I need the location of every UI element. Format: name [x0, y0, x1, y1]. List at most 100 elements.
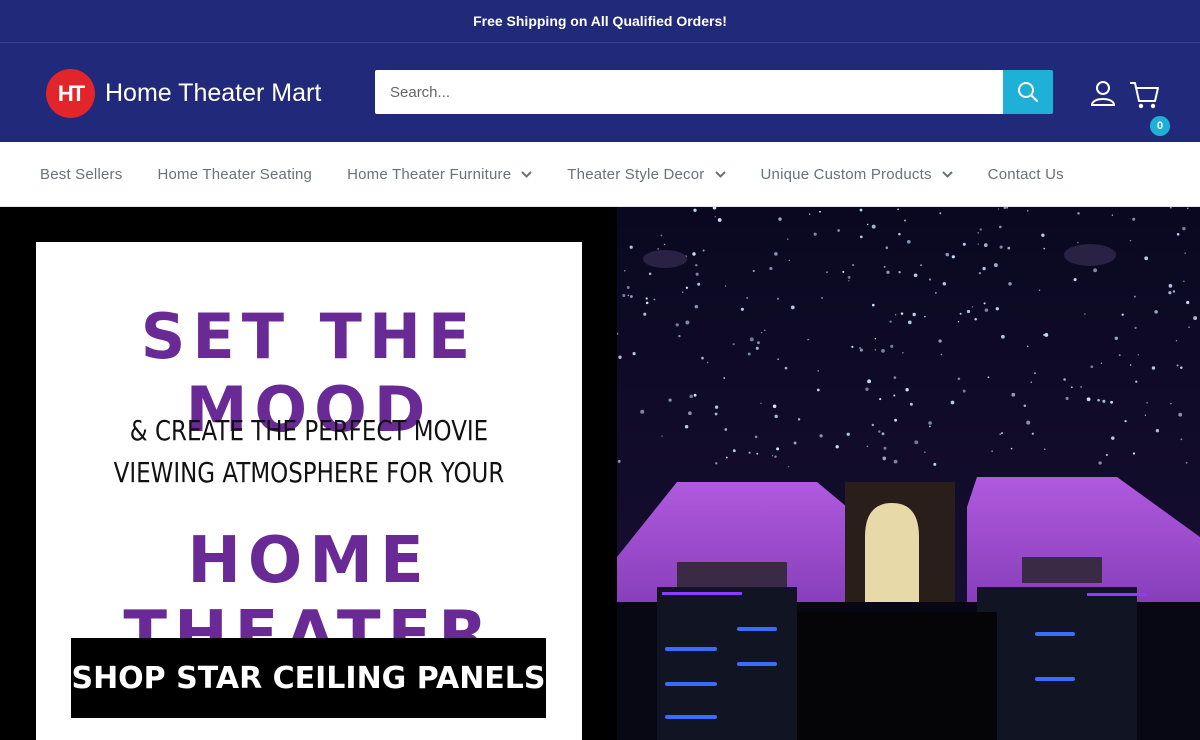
- star: [748, 451, 751, 454]
- star: [776, 297, 780, 300]
- star: [774, 455, 777, 458]
- hero-banner[interactable]: SET THE MOOD & CREATE THE PERFECT MOVIE …: [0, 207, 1200, 740]
- star: [914, 440, 919, 445]
- star: [846, 432, 850, 436]
- star: [724, 285, 727, 287]
- nav-item-contact[interactable]: Contact Us: [988, 166, 1064, 183]
- star: [819, 434, 823, 438]
- star-ceiling-theater-photo: [617, 207, 1200, 740]
- star: [1129, 239, 1132, 242]
- logo-mark: HT: [46, 69, 95, 118]
- star: [971, 306, 974, 308]
- star: [657, 248, 659, 250]
- star: [1026, 210, 1029, 212]
- chevron-down-icon: [941, 170, 953, 178]
- star: [725, 456, 728, 459]
- star: [821, 297, 823, 299]
- promo-panel: SET THE MOOD & CREATE THE PERFECT MOVIE …: [36, 242, 582, 740]
- star: [951, 255, 955, 259]
- cart-count-badge: 0: [1150, 116, 1170, 136]
- star: [1065, 396, 1069, 401]
- star: [1172, 290, 1176, 293]
- star: [1188, 326, 1190, 328]
- star: [867, 379, 872, 384]
- site-logo[interactable]: HT Home Theater Mart: [46, 69, 321, 118]
- star: [924, 451, 926, 453]
- star: [847, 275, 851, 279]
- star: [871, 224, 876, 229]
- star: [1182, 226, 1186, 231]
- nav-item-furniture[interactable]: Home Theater Furniture: [347, 165, 533, 183]
- star: [756, 452, 759, 455]
- star: [933, 462, 937, 466]
- nav-item-label: Home Theater Furniture: [347, 165, 512, 183]
- nav-item-decor[interactable]: Theater Style Decor: [567, 166, 726, 183]
- chevron-down-icon: [521, 170, 533, 178]
- star: [913, 273, 918, 278]
- star: [982, 266, 986, 271]
- nav-item-label: Contact Us: [987, 165, 1064, 183]
- star: [1026, 345, 1029, 348]
- star: [817, 370, 819, 372]
- star: [706, 361, 709, 364]
- star: [1133, 295, 1136, 298]
- star: [995, 307, 999, 311]
- cart-icon[interactable]: [1128, 77, 1162, 111]
- star: [1111, 214, 1114, 216]
- star: [757, 341, 760, 345]
- star: [740, 307, 744, 311]
- star: [977, 243, 979, 245]
- search-bar: [375, 70, 1053, 114]
- star: [697, 282, 701, 286]
- star: [788, 465, 790, 468]
- star: [885, 246, 889, 249]
- star: [1175, 340, 1178, 342]
- star: [772, 404, 777, 409]
- search-input[interactable]: [375, 70, 1003, 114]
- star: [957, 377, 961, 381]
- star: [991, 450, 993, 452]
- star: [760, 402, 762, 404]
- star: [1176, 233, 1180, 236]
- star: [678, 334, 681, 338]
- star: [632, 352, 636, 356]
- star: [693, 208, 697, 212]
- star: [819, 210, 821, 213]
- star: [874, 337, 877, 340]
- nav-item-label: Unique Custom Products: [760, 165, 932, 183]
- star: [881, 432, 885, 436]
- star: [689, 394, 693, 399]
- star: [942, 282, 947, 286]
- star: [1132, 217, 1136, 221]
- star: [895, 314, 897, 316]
- nav-item-custom-products[interactable]: Unique Custom Products: [761, 166, 953, 183]
- nav-item-best-sellers[interactable]: Best Sellers: [40, 166, 122, 183]
- star: [778, 217, 782, 221]
- star: [695, 263, 698, 267]
- star: [624, 270, 626, 272]
- star: [959, 312, 962, 315]
- star: [675, 323, 679, 327]
- star: [865, 387, 869, 391]
- star: [714, 215, 717, 218]
- star: [997, 208, 1000, 210]
- shop-star-ceiling-button[interactable]: SHOP STAR CEILING PANELS: [71, 638, 546, 718]
- star: [966, 309, 971, 314]
- star: [1063, 378, 1066, 381]
- search-icon: [1018, 82, 1038, 102]
- star: [974, 317, 977, 321]
- star: [1154, 310, 1158, 314]
- search-button[interactable]: [1003, 70, 1053, 114]
- star: [938, 339, 942, 343]
- star: [893, 376, 897, 379]
- star: [851, 263, 855, 267]
- star: [1124, 419, 1127, 423]
- star: [717, 218, 722, 222]
- account-icon[interactable]: [1089, 79, 1117, 107]
- star: [837, 229, 840, 232]
- star: [648, 272, 652, 276]
- star: [1001, 432, 1003, 435]
- nav-item-seating[interactable]: Home Theater Seating: [157, 166, 312, 183]
- star: [723, 377, 726, 379]
- star: [883, 265, 886, 268]
